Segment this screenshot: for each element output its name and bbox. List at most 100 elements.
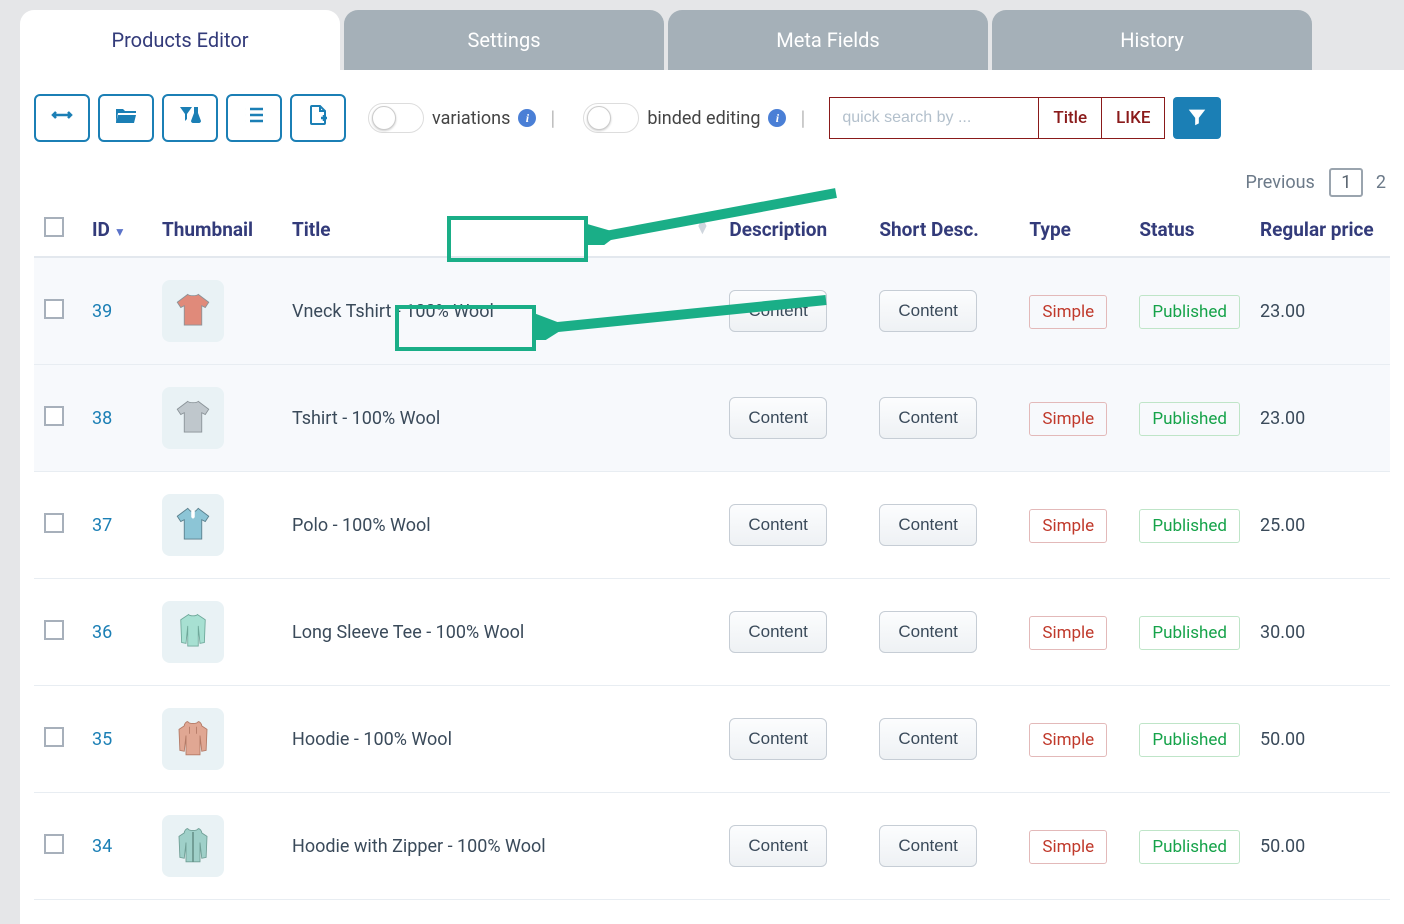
tab-history[interactable]: History [992, 10, 1312, 70]
status-tag[interactable]: Published [1139, 295, 1240, 329]
search-field-select[interactable]: Title [1039, 97, 1102, 139]
row-title[interactable]: Tshirt - 100% Wool [292, 408, 440, 429]
row-title[interactable]: Hoodie - 100% Wool [292, 729, 452, 750]
status-tag[interactable]: Published [1139, 830, 1240, 864]
status-tag[interactable]: Published [1139, 723, 1240, 757]
list-icon [242, 103, 266, 133]
status-tag[interactable]: Published [1139, 616, 1240, 650]
info-icon[interactable]: i [768, 109, 786, 127]
short-desc-content-button[interactable]: Content [879, 290, 977, 332]
row-id-link[interactable]: 34 [92, 836, 112, 857]
col-type[interactable]: Type [1019, 203, 1129, 257]
table-row: 37 Polo - 100% Wool Content Content Simp… [34, 472, 1390, 579]
add-document-button[interactable] [290, 94, 346, 142]
row-id-link[interactable]: 37 [92, 515, 112, 536]
row-title[interactable]: Hoodie with Zipper - 100% Wool [292, 836, 546, 857]
row-title[interactable]: Polo - 100% Wool [292, 515, 431, 536]
row-id-link[interactable]: 38 [92, 408, 112, 429]
open-folder-button[interactable] [98, 94, 154, 142]
tab-settings[interactable]: Settings [344, 10, 664, 70]
col-id[interactable]: ID▼ [82, 203, 152, 257]
col-thumbnail[interactable]: Thumbnail [152, 203, 282, 257]
info-icon[interactable]: i [518, 109, 536, 127]
page-1[interactable]: 1 [1329, 168, 1363, 197]
table-row: 34 Hoodie with Zipper - 100% Wool Conten… [34, 793, 1390, 900]
type-tag[interactable]: Simple [1029, 295, 1107, 329]
short-desc-content-button[interactable]: Content [879, 397, 977, 439]
quick-search-input[interactable] [829, 97, 1039, 139]
funnel-icon [1186, 106, 1208, 131]
separator: | [550, 106, 555, 130]
row-checkbox[interactable] [44, 727, 64, 747]
row-thumbnail[interactable] [162, 494, 224, 556]
description-content-button[interactable]: Content [729, 718, 827, 760]
top-tabs: Products Editor Settings Meta Fields His… [20, 10, 1404, 70]
horizontal-arrows-icon [50, 103, 74, 133]
row-id-link[interactable]: 35 [92, 729, 112, 750]
short-desc-content-button[interactable]: Content [879, 504, 977, 546]
col-short-desc[interactable]: Short Desc. [869, 203, 1019, 257]
variations-toggle[interactable] [368, 103, 424, 133]
filter-lab-button[interactable] [162, 94, 218, 142]
row-thumbnail[interactable] [162, 815, 224, 877]
row-price[interactable]: 30.00 [1260, 622, 1305, 643]
products-table: ID▼ Thumbnail Title▲▼ Description Short … [34, 203, 1390, 900]
status-tag[interactable]: Published [1139, 509, 1240, 543]
binded-editing-toggle[interactable] [583, 103, 639, 133]
description-content-button[interactable]: Content [729, 290, 827, 332]
select-all-checkbox[interactable] [44, 217, 64, 237]
col-description[interactable]: Description [719, 203, 869, 257]
row-checkbox[interactable] [44, 834, 64, 854]
page-2[interactable]: 2 [1376, 172, 1386, 193]
previous-page-link[interactable]: Previous [1246, 172, 1315, 193]
row-checkbox[interactable] [44, 513, 64, 533]
list-view-button[interactable] [226, 94, 282, 142]
type-tag[interactable]: Simple [1029, 509, 1107, 543]
tab-products-editor[interactable]: Products Editor [20, 10, 340, 70]
col-title[interactable]: Title▲▼ [282, 203, 719, 257]
row-checkbox[interactable] [44, 620, 64, 640]
description-content-button[interactable]: Content [729, 611, 827, 653]
row-checkbox[interactable] [44, 299, 64, 319]
short-desc-content-button[interactable]: Content [879, 718, 977, 760]
row-thumbnail[interactable] [162, 387, 224, 449]
type-tag[interactable]: Simple [1029, 830, 1107, 864]
table-row: 39 Vneck Tshirt - 100% Wool Content Cont… [34, 257, 1390, 365]
col-regular-price[interactable]: Regular price [1250, 203, 1390, 257]
row-price[interactable]: 50.00 [1260, 729, 1305, 750]
toolbar: variations i | binded editing i | Title … [34, 94, 1390, 142]
row-thumbnail[interactable] [162, 708, 224, 770]
status-tag[interactable]: Published [1139, 402, 1240, 436]
description-content-button[interactable]: Content [729, 825, 827, 867]
table-row: 35 Hoodie - 100% Wool Content Content Si… [34, 686, 1390, 793]
search-submit-button[interactable] [1173, 97, 1221, 139]
row-id-link[interactable]: 36 [92, 622, 112, 643]
description-content-button[interactable]: Content [729, 504, 827, 546]
row-price[interactable]: 23.00 [1260, 301, 1305, 322]
variations-label: variations [432, 108, 510, 129]
row-price[interactable]: 50.00 [1260, 836, 1305, 857]
tab-meta-fields[interactable]: Meta Fields [668, 10, 988, 70]
row-checkbox[interactable] [44, 406, 64, 426]
row-price[interactable]: 25.00 [1260, 515, 1305, 536]
type-tag[interactable]: Simple [1029, 402, 1107, 436]
resize-columns-button[interactable] [34, 94, 90, 142]
short-desc-content-button[interactable]: Content [879, 611, 977, 653]
funnel-flask-icon [178, 103, 202, 133]
row-title[interactable]: Vneck Tshirt - 100% Wool [292, 301, 494, 322]
row-thumbnail[interactable] [162, 280, 224, 342]
table-row: 36 Long Sleeve Tee - 100% Wool Content C… [34, 579, 1390, 686]
col-status[interactable]: Status [1129, 203, 1250, 257]
folder-open-icon [114, 103, 138, 133]
search-operator-select[interactable]: LIKE [1102, 97, 1165, 139]
description-content-button[interactable]: Content [729, 397, 827, 439]
separator: | [800, 106, 805, 130]
type-tag[interactable]: Simple [1029, 723, 1107, 757]
row-title[interactable]: Long Sleeve Tee - 100% Wool [292, 622, 524, 643]
file-plus-icon [306, 103, 330, 133]
row-id-link[interactable]: 39 [92, 301, 112, 322]
short-desc-content-button[interactable]: Content [879, 825, 977, 867]
type-tag[interactable]: Simple [1029, 616, 1107, 650]
row-price[interactable]: 23.00 [1260, 408, 1305, 429]
row-thumbnail[interactable] [162, 601, 224, 663]
